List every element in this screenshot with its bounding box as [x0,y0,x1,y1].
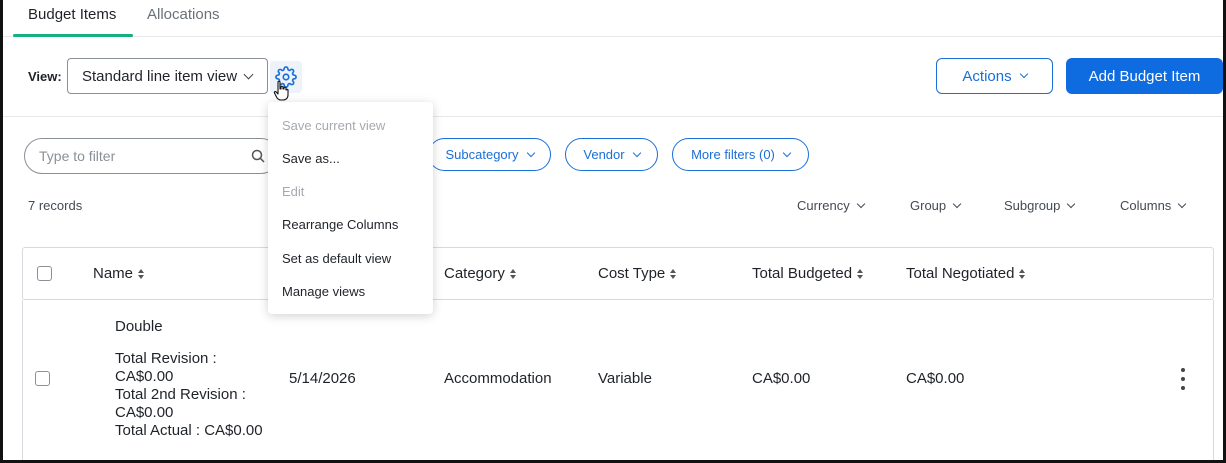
row-detail-line: Total Revision : [115,350,217,367]
section-divider [3,116,1223,117]
currency-dropdown[interactable]: Currency [797,198,865,213]
row-detail-line: Total Actual : CA$0.00 [115,422,263,439]
column-header-label: Name [93,265,134,282]
chevron-down-icon [526,148,535,157]
currency-label: Currency [797,198,850,213]
tab-budget-items[interactable]: Budget Items [28,6,116,23]
menu-item-manage-views[interactable]: Manage views [282,284,365,299]
chevron-down-icon [856,199,865,208]
column-header-label: Total Budgeted [752,265,853,282]
group-dropdown[interactable]: Group [910,198,962,213]
row-date: 5/14/2026 [289,370,356,387]
column-header-name[interactable]: Name [93,265,145,282]
sort-icon [509,268,516,279]
row-detail-line: CA$0.00 [115,368,174,385]
subgroup-dropdown[interactable]: Subgroup [1004,198,1076,213]
records-count: 7 records [28,198,83,213]
sort-icon [1019,268,1026,279]
filter-more[interactable]: More filters (0) [672,138,809,171]
add-budget-item-button[interactable]: Add Budget Item [1066,58,1223,94]
column-header-cost-type[interactable]: Cost Type [598,265,677,282]
columns-label: Columns [1120,198,1172,213]
actions-button[interactable]: Actions [936,58,1053,94]
filter-input[interactable] [24,138,279,174]
row-total-budgeted: CA$0.00 [752,370,811,387]
chevron-down-icon [1019,69,1028,79]
row-category: Accommodation [444,370,552,387]
column-header-category[interactable]: Category [444,265,516,282]
chevron-down-icon [1178,199,1187,208]
chevron-down-icon [243,69,254,79]
view-select-value: Standard line item view [82,67,238,85]
chevron-down-icon [1067,199,1076,208]
row-cost-type: Variable [598,370,652,387]
filter-subcategory-label: Subcategory [445,147,519,162]
filter-more-label: More filters (0) [691,147,775,162]
select-all-checkbox[interactable] [37,266,52,281]
table-row-border [1213,300,1214,460]
row-checkbox[interactable] [35,371,50,386]
tab-bar-divider [3,36,1223,37]
chevron-down-icon [632,148,641,157]
filter-subcategory[interactable]: Subcategory [428,138,551,171]
search-icon [251,149,265,163]
actions-button-label: Actions [962,67,1012,85]
column-header-label: Category [444,265,505,282]
active-tab-indicator [13,34,133,37]
filter-vendor-label: Vendor [583,147,625,162]
hand-cursor-icon [273,80,289,101]
tab-allocations[interactable]: Allocations [147,6,220,23]
sort-icon [857,268,864,279]
subgroup-label: Subgroup [1004,198,1061,213]
row-total-negotiated: CA$0.00 [906,370,965,387]
chevron-down-icon [952,199,962,208]
row-detail-line: CA$0.00 [115,404,174,421]
menu-item-rearrange-columns[interactable]: Rearrange Columns [282,217,398,232]
column-header-label: Cost Type [598,265,666,282]
row-detail-line: Total 2nd Revision : [115,386,246,403]
menu-item-edit: Edit [282,184,305,199]
menu-item-set-default-view[interactable]: Set as default view [282,251,391,266]
table-row-border [22,300,23,460]
group-label: Group [910,198,947,213]
row-kebab-menu-icon[interactable] [1176,368,1190,390]
filter-vendor[interactable]: Vendor [565,138,658,171]
column-header-total-negotiated[interactable]: Total Negotiated [906,265,1026,282]
row-name-details: Total Revision : CA$0.00 Total 2nd Revis… [115,350,275,440]
menu-item-save-current-view: Save current view [282,118,386,133]
view-settings-menu: Save current view Save as... Edit Rearra… [268,102,433,314]
view-label: View: [28,69,62,84]
sort-icon [138,268,145,279]
columns-dropdown[interactable]: Columns [1120,198,1187,213]
column-header-label: Total Negotiated [906,265,1015,282]
row-name[interactable]: Double [115,318,163,335]
chevron-down-icon [782,148,792,157]
view-select[interactable]: Standard line item view [67,58,268,94]
sort-icon [670,268,677,279]
column-header-total-budgeted[interactable]: Total Budgeted [752,265,864,282]
menu-item-save-as[interactable]: Save as... [282,151,340,166]
